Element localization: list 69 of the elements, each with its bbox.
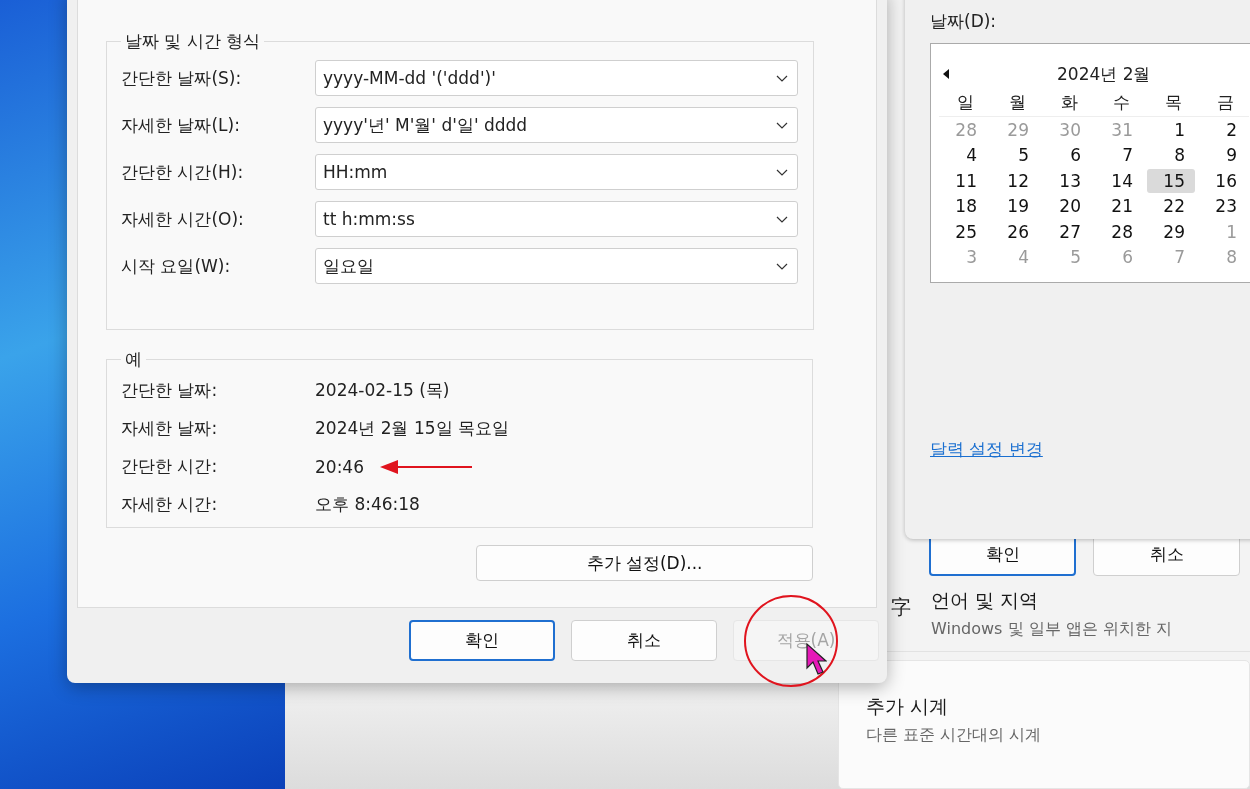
calendar-day[interactable]: 28 bbox=[1095, 219, 1147, 244]
group-title: 예 bbox=[124, 348, 143, 371]
calendar-day[interactable]: 11 bbox=[939, 168, 991, 193]
format-dropdown[interactable]: tt h:mm:ss bbox=[315, 201, 798, 237]
calendar-settings-link[interactable]: 달력 설정 변경 bbox=[930, 438, 1043, 461]
field-label: 자세한 시간(O): bbox=[121, 207, 245, 231]
calendar-day[interactable]: 9 bbox=[1199, 143, 1250, 168]
calendar-day[interactable]: 1 bbox=[1147, 117, 1199, 142]
calendar-day[interactable]: 23 bbox=[1199, 194, 1250, 219]
format-dropdown[interactable]: HH:mm bbox=[315, 154, 798, 190]
item-title: 추가 시계 bbox=[866, 694, 950, 719]
example-label: 자세한 시간: bbox=[121, 493, 219, 516]
triangle-left-icon bbox=[943, 69, 949, 79]
field-label: 간단한 시간(H): bbox=[121, 160, 245, 184]
calendar-day[interactable]: 8 bbox=[1147, 143, 1199, 168]
field-label: 자세한 날짜(L): bbox=[121, 113, 241, 137]
example-value: 2024년 2월 15일 목요일 bbox=[315, 417, 509, 440]
calendar-day[interactable]: 16 bbox=[1199, 168, 1250, 193]
weekday-label: 금 bbox=[1215, 90, 1235, 114]
weekday-label: 화 bbox=[1059, 90, 1079, 114]
example-label: 자세한 날짜: bbox=[121, 417, 219, 440]
example-value: 20:46 bbox=[315, 456, 364, 477]
weekday-label: 월 bbox=[1007, 90, 1027, 114]
calendar-day[interactable]: 22 bbox=[1147, 194, 1199, 219]
calendar-day[interactable]: 7 bbox=[1095, 143, 1147, 168]
calendar-day[interactable]: 5 bbox=[991, 143, 1043, 168]
chevron-down-icon bbox=[776, 168, 788, 176]
calendar-day[interactable]: 15 bbox=[1147, 168, 1195, 193]
chevron-down-icon bbox=[776, 121, 788, 129]
calendar-day[interactable]: 12 bbox=[991, 168, 1043, 193]
format-dropdown[interactable]: yyyy-MM-dd '('ddd')' bbox=[315, 60, 798, 96]
month-title: 2024년 2월 bbox=[1057, 62, 1151, 86]
weekday-label: 일 bbox=[955, 90, 975, 114]
example-label: 간단한 시간: bbox=[121, 455, 219, 478]
calendar-day[interactable]: 14 bbox=[1095, 168, 1147, 193]
calendar-day[interactable]: 6 bbox=[1043, 143, 1095, 168]
settings-card[interactable]: 추가 시계 다른 표준 시간대의 시계 bbox=[838, 660, 1250, 789]
item-description: 다른 표준 시간대의 시계 bbox=[866, 725, 1043, 746]
dialog-button[interactable]: 취소 bbox=[571, 620, 717, 661]
example-label: 간단한 날짜: bbox=[121, 379, 219, 402]
field-label: 시작 요일(W): bbox=[121, 254, 232, 278]
calendar-day[interactable]: 25 bbox=[939, 219, 991, 244]
calendar-day[interactable]: 13 bbox=[1043, 168, 1095, 193]
language-icon: 字 bbox=[891, 594, 915, 621]
field-label: 간단한 날짜(S): bbox=[121, 66, 243, 90]
calendar-day[interactable]: 26 bbox=[991, 219, 1043, 244]
example-value: 오후 8:46:18 bbox=[315, 493, 420, 516]
example-value: 2024-02-15 (목) bbox=[315, 379, 450, 402]
calendar-day[interactable]: 29 bbox=[1147, 219, 1199, 244]
dialog-button[interactable]: 확인 bbox=[409, 620, 555, 661]
weekday-label: 목 bbox=[1163, 90, 1183, 114]
weekday-label: 수 bbox=[1111, 90, 1131, 114]
calendar-day[interactable]: 19 bbox=[991, 194, 1043, 219]
group-title: 날짜 및 시간 형식 bbox=[124, 30, 262, 53]
format-dropdown[interactable]: 일요일 bbox=[315, 248, 798, 284]
chevron-down-icon bbox=[776, 74, 788, 82]
calendar-day[interactable]: 27 bbox=[1043, 219, 1095, 244]
format-dropdown[interactable]: yyyy'년' M'월' d'일' dddd bbox=[315, 107, 798, 143]
item-description: Windows 및 일부 앱은 위치한 지 bbox=[931, 619, 1172, 640]
calendar-day[interactable]: 18 bbox=[939, 194, 991, 219]
item-title: 언어 및 지역 bbox=[931, 588, 1040, 613]
chevron-down-icon bbox=[776, 262, 788, 270]
calendar-day[interactable]: 4 bbox=[939, 143, 991, 168]
calendar-day[interactable]: 21 bbox=[1095, 194, 1147, 219]
calendar-day[interactable]: 20 bbox=[1043, 194, 1095, 219]
chevron-down-icon bbox=[776, 215, 788, 223]
calendar-day[interactable]: 2 bbox=[1199, 117, 1250, 142]
field-label: 날짜(D): bbox=[930, 10, 998, 33]
more-settings-button[interactable]: 추가 설정(D)... bbox=[476, 545, 813, 581]
